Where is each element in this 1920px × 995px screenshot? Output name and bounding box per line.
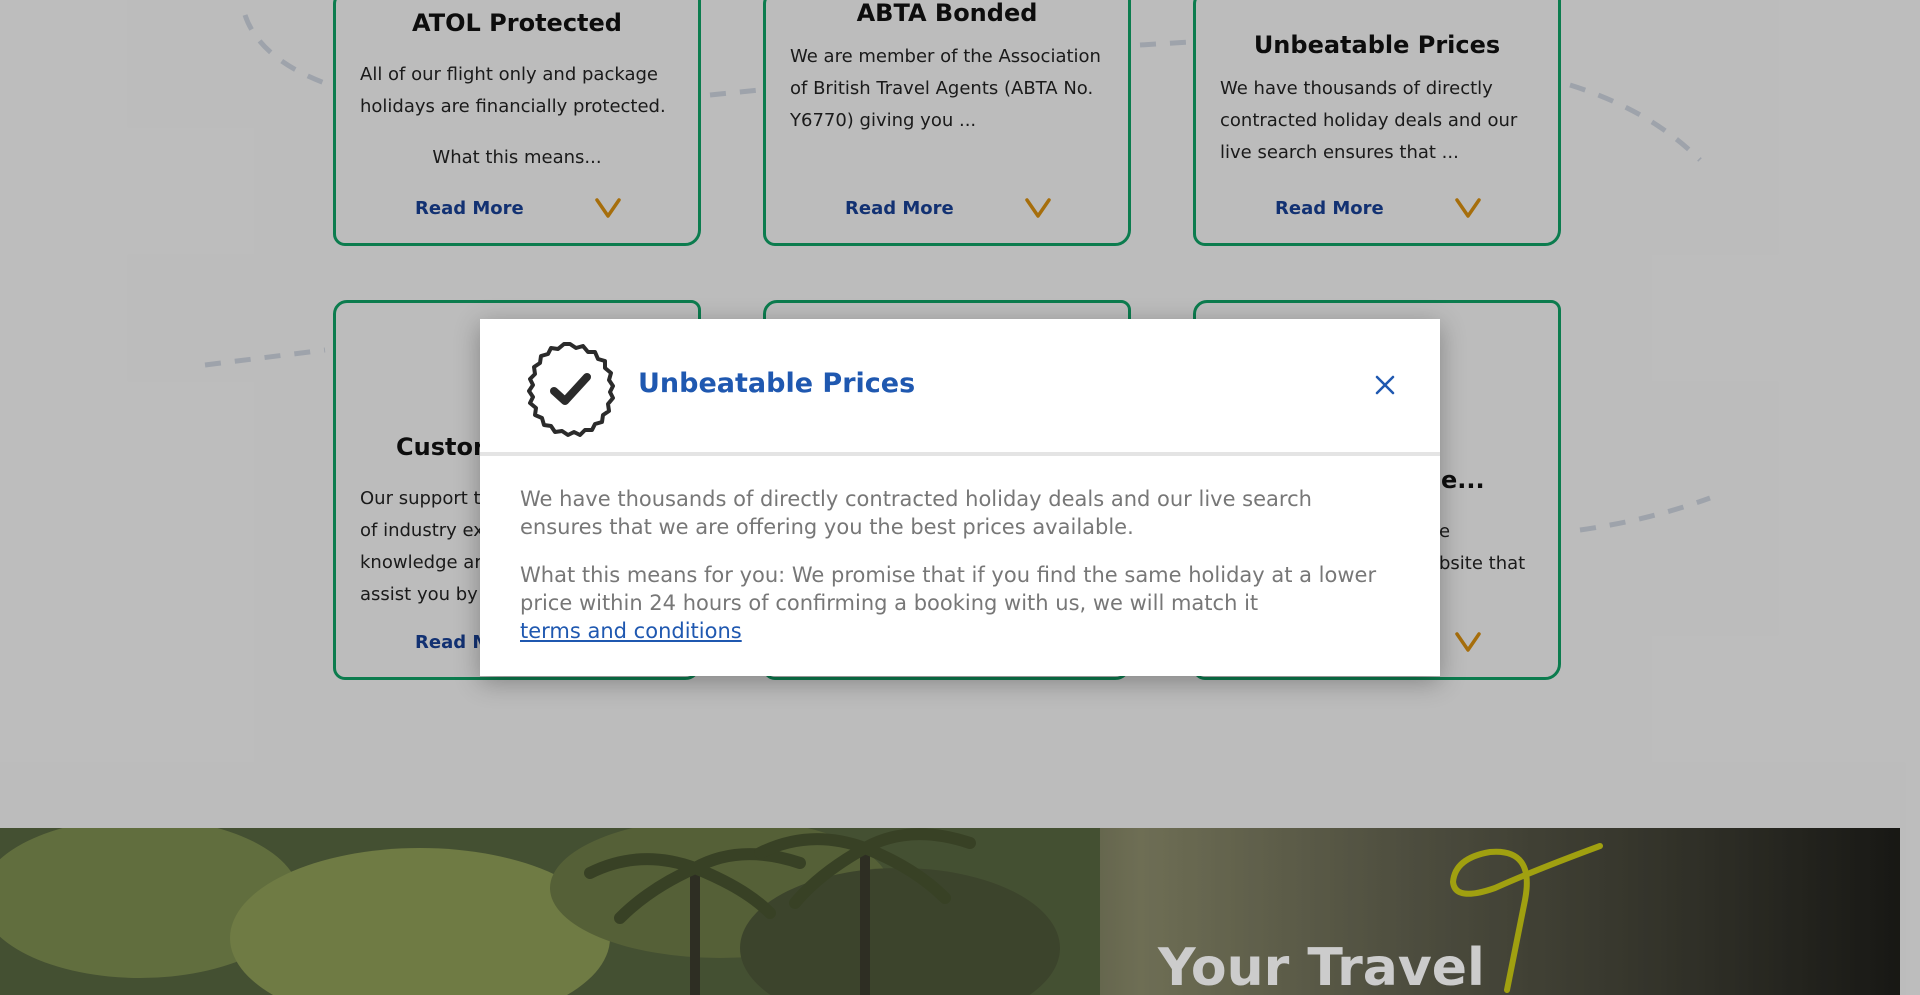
terms-and-conditions-link[interactable]: terms and conditions <box>520 619 742 643</box>
modal-paragraph: What this means for you: We promise that… <box>520 561 1380 645</box>
page: ATOL Protected All of our flight only an… <box>0 0 1920 995</box>
modal-title: Unbeatable Prices <box>638 368 916 399</box>
checkmark-badge-icon <box>527 342 615 437</box>
info-modal: Unbeatable Prices We have thousands of d… <box>480 319 1440 676</box>
close-icon[interactable] <box>1370 370 1400 400</box>
modal-paragraph: We have thousands of directly contracted… <box>520 487 1312 539</box>
modal-header: Unbeatable Prices <box>480 319 1440 456</box>
modal-paragraph-text: What this means for you: We promise that… <box>520 563 1377 615</box>
modal-body: We have thousands of directly contracted… <box>520 485 1380 645</box>
